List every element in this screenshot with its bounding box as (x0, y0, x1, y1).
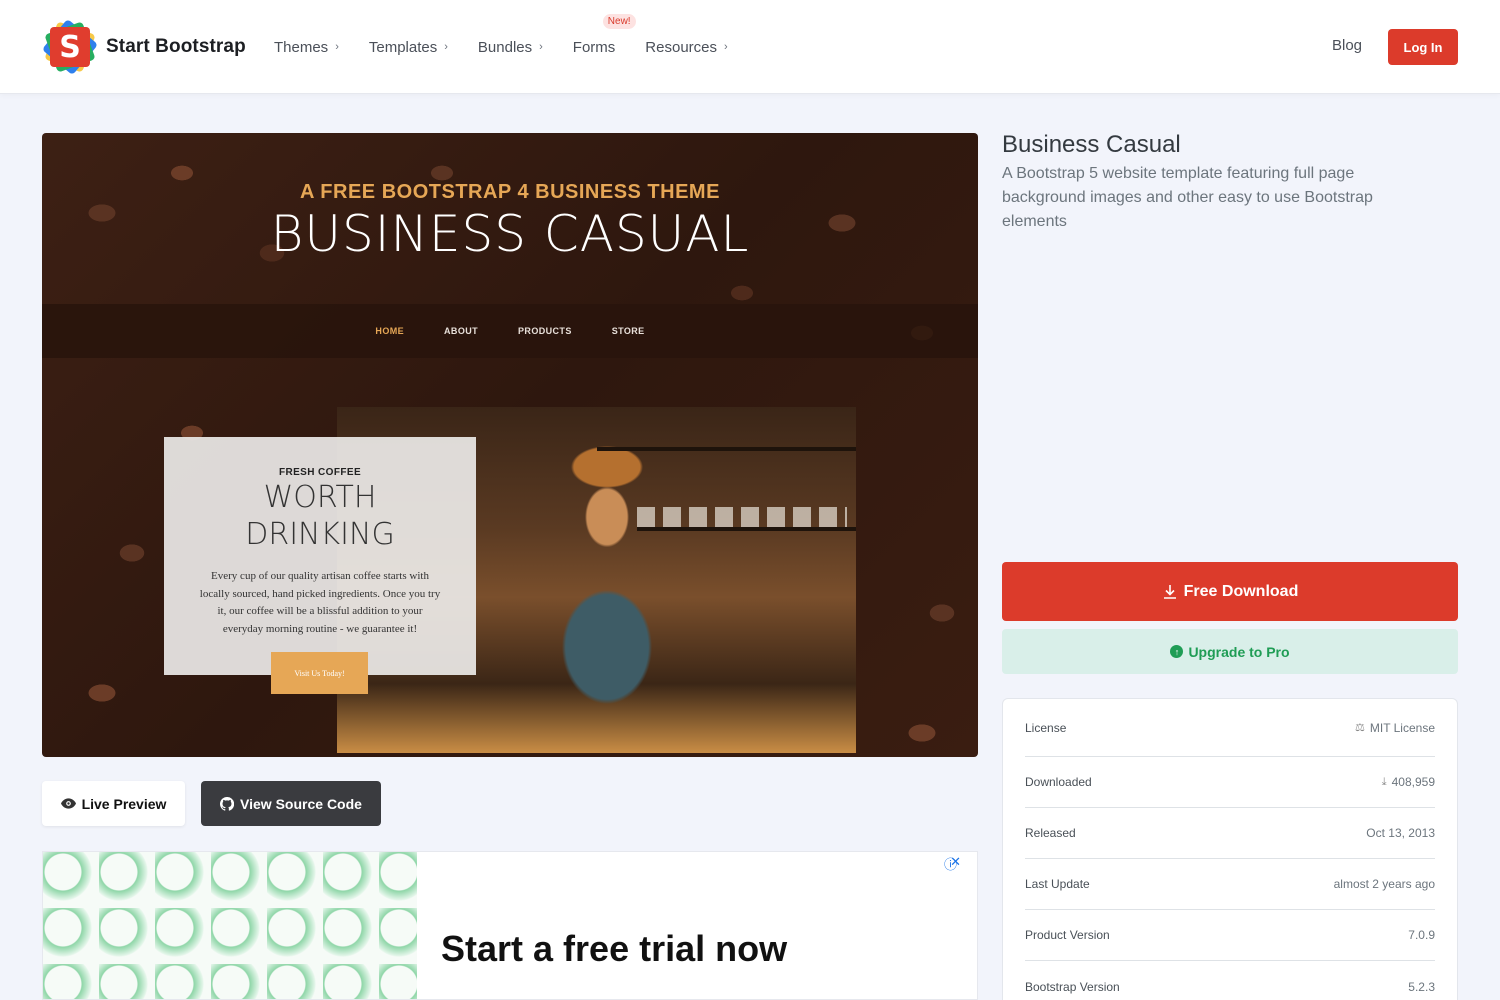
download-icon: ⤓ (1381, 775, 1387, 788)
upgrade-to-pro-label: Upgrade to Pro (1188, 643, 1290, 660)
free-download-button[interactable]: Free Download (1002, 562, 1458, 621)
preview-title: BUSINESS CASUAL (270, 205, 750, 263)
download-icon (1162, 584, 1178, 600)
nav-item-resources[interactable]: Resources › (645, 39, 727, 56)
info-label: License (1025, 720, 1067, 735)
ad-headline: Start a free trial now (441, 928, 788, 969)
nav-item-forms[interactable]: Forms New! (572, 13, 636, 56)
info-label: Bootstrap Version (1025, 979, 1120, 994)
preview-card-heading-2: DRINKING (245, 517, 395, 552)
info-row-license: License ⚖ MIT License (1025, 699, 1435, 757)
info-value: 408,959 (1391, 775, 1435, 789)
brand-link[interactable]: S Start Bootstrap (41, 18, 246, 76)
info-value: MIT License (1369, 720, 1435, 735)
info-label: Last Update (1025, 877, 1090, 891)
eye-icon (60, 798, 76, 809)
brand-name: Start Bootstrap (106, 36, 246, 57)
info-value: 5.2.3 (1408, 979, 1435, 994)
preview-card-kicker: FRESH COFFEE (278, 467, 362, 478)
blog-link[interactable]: Blog (1332, 37, 1362, 54)
chevron-right-icon: › (724, 41, 728, 53)
info-row-bootstrap-version: Bootstrap Version 5.2.3 (1025, 961, 1435, 1000)
live-preview-button[interactable]: Live Preview (42, 781, 185, 826)
nav-item-label: Templates (368, 38, 438, 56)
nav-item-label: Forms (572, 38, 616, 56)
nav-item-label: Bundles (477, 38, 533, 56)
info-value: almost 2 years ago (1333, 877, 1435, 891)
view-source-button[interactable]: View Source Code (201, 781, 381, 826)
nav-item-label: Resources (645, 38, 717, 56)
ad-info-icon[interactable]: ⓘ (944, 854, 957, 873)
preview-nav-store: STORE (611, 326, 645, 336)
product-description: A Bootstrap 5 website template featuring… (1002, 165, 1373, 230)
github-icon (220, 796, 235, 811)
info-row-released: Released Oct 13, 2013 (1025, 808, 1435, 859)
advertisement[interactable]: Start a free trial now ✕ ⓘ (42, 851, 978, 1000)
chevron-right-icon: › (335, 41, 339, 53)
new-badge: New! (602, 13, 636, 29)
info-row-last-update: Last Update almost 2 years ago (1025, 859, 1435, 910)
nav-item-bundles[interactable]: Bundles › (478, 39, 543, 56)
preview-nav-home: HOME (375, 326, 405, 336)
preview-subtitle: A FREE BOOTSTRAP 4 BUSINESS THEME (300, 181, 720, 203)
preview-card-body: Every cup of our quality artisan coffee … (199, 570, 441, 635)
preview-nav-products: PRODUCTS (518, 326, 572, 336)
template-preview-image[interactable]: A FREE BOOTSTRAP 4 BUSINESS THEME BUSINE… (42, 133, 978, 757)
chevron-right-icon: › (444, 41, 448, 53)
main-nav: Themes › Templates › Bundles › Forms New… (274, 0, 758, 94)
upgrade-to-pro-button[interactable]: ↑ Upgrade to Pro (1002, 629, 1458, 674)
info-label: Product Version (1025, 928, 1110, 942)
info-row-downloaded: Downloaded ⤓ 408,959 (1025, 757, 1435, 808)
preview-intro-card: FRESH COFFEE WORTH DRINKING Every cup of… (164, 437, 476, 675)
chevron-right-icon: › (539, 41, 543, 53)
free-download-label: Free Download (1183, 582, 1299, 600)
info-label: Released (1025, 826, 1076, 840)
info-row-product-version: Product Version 7.0.9 (1025, 910, 1435, 961)
nav-item-themes[interactable]: Themes › (274, 39, 339, 56)
preview-card-button: Visit Us Today! (271, 652, 368, 694)
arrow-up-circle-icon: ↑ (1170, 645, 1184, 658)
preview-nav-about: ABOUT (444, 326, 479, 336)
view-source-label: View Source Code (240, 795, 362, 812)
start-bootstrap-logo-icon: S (41, 18, 99, 76)
product-title: Business Casual (1002, 131, 1181, 158)
product-info-card: License ⚖ MIT License Downloaded ⤓ 408,959… (1002, 698, 1458, 1000)
info-value: 7.0.9 (1408, 928, 1435, 942)
live-preview-label: Live Preview (81, 795, 167, 812)
nav-item-label: Themes (274, 38, 329, 56)
info-label: Downloaded (1025, 775, 1092, 789)
preview-nav: HOME ABOUT PRODUCTS STORE (42, 304, 978, 358)
info-value: Oct 13, 2013 (1366, 826, 1435, 840)
login-button[interactable]: Log In (1388, 29, 1458, 65)
license-icon: ⚖ (1354, 722, 1365, 734)
ad-pattern-image (43, 852, 417, 999)
top-navbar: S Start Bootstrap Themes › Templates › B… (0, 0, 1500, 94)
nav-item-templates[interactable]: Templates › (369, 39, 448, 56)
preview-card-heading-1: WORTH (263, 480, 377, 515)
